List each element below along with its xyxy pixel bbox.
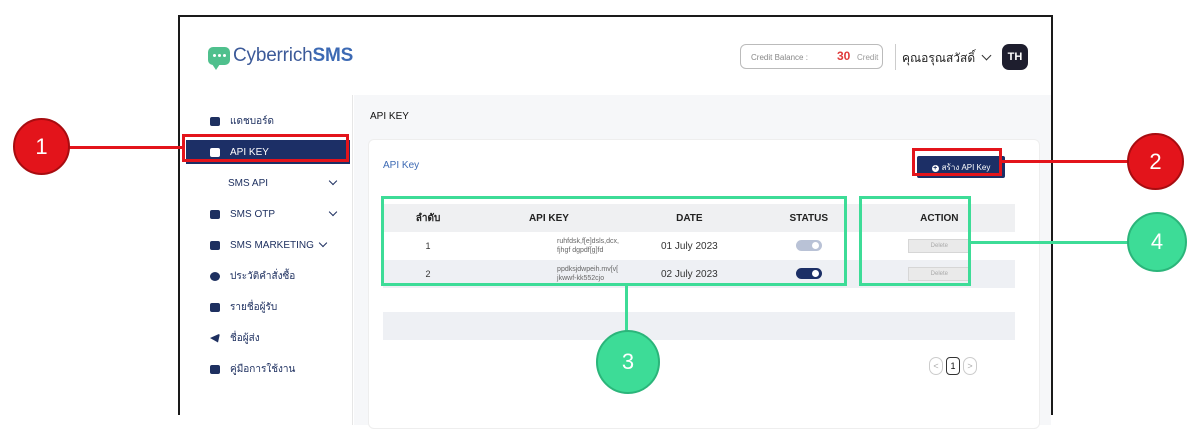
chevron-down-icon: [981, 50, 992, 61]
highlight-box-4: [859, 196, 971, 286]
book-icon: [210, 364, 220, 374]
highlight-box-2: [912, 148, 1002, 176]
avatar[interactable]: TH: [1002, 44, 1028, 70]
next-page-button[interactable]: >: [963, 357, 977, 375]
sidebar-item-sms-marketing[interactable]: SMS MARKETING: [186, 233, 350, 257]
callout-2: 2: [1127, 133, 1184, 190]
chat-bubble-icon: [208, 47, 230, 70]
top-header: CyberrichSMS Credit Balance : 30 Credit …: [180, 17, 1051, 95]
prev-page-button[interactable]: <: [929, 357, 943, 375]
callout-1: 1: [13, 118, 70, 175]
credit-value: 30: [837, 49, 851, 63]
sidebar-item-sender-name[interactable]: ชื่อผู้ส่ง: [186, 326, 350, 350]
credit-unit: Credit: [857, 53, 879, 62]
callout-line-2: [1000, 160, 1130, 163]
chevron-down-icon: [328, 176, 338, 186]
user-menu[interactable]: คุณอรุณสวัสดิ์: [902, 49, 992, 68]
sidebar-item-sms-otp[interactable]: SMS OTP: [186, 202, 350, 226]
card-title: API Key: [383, 160, 420, 171]
header-divider: [895, 44, 896, 70]
user-name: คุณอรุณสวัสดิ์: [902, 51, 976, 65]
chevron-down-icon: [318, 238, 328, 248]
current-page-button[interactable]: 1: [946, 357, 960, 375]
marketing-icon: [210, 240, 220, 250]
sidebar-item-dashboard[interactable]: แดชบอร์ด: [186, 109, 350, 133]
credit-balance-box: Credit Balance : 30 Credit: [740, 44, 883, 69]
callout-4: 4: [1127, 212, 1187, 272]
send-icon: [210, 333, 220, 343]
sidebar-item-sms-api[interactable]: SMS API: [186, 171, 350, 195]
callout-3: 3: [596, 330, 660, 394]
gear-icon: [210, 271, 220, 281]
empty-row: [383, 312, 1015, 340]
callout-line-1: [66, 146, 184, 149]
sidebar-item-manual[interactable]: คู่มือการใช้งาน: [186, 357, 350, 381]
sidebar-item-recipients[interactable]: รายชื่อผู้รับ: [186, 295, 350, 319]
breadcrumb: API KEY: [370, 111, 409, 122]
callout-line-4: [970, 241, 1132, 244]
sidebar-divider: [352, 95, 353, 425]
callout-line-3: [625, 286, 628, 334]
contacts-icon: [210, 302, 220, 312]
credit-label: Credit Balance :: [751, 53, 808, 62]
logo-prefix: Cyberrich: [233, 45, 313, 66]
highlight-box-1: [182, 134, 349, 162]
chevron-down-icon: [328, 207, 338, 217]
pagination: < 1 >: [929, 357, 977, 375]
otp-icon: [210, 209, 220, 219]
highlight-box-3: [381, 196, 847, 286]
dashboard-icon: [210, 116, 220, 126]
logo-suffix: SMS: [312, 45, 354, 66]
brand-logo[interactable]: CyberrichSMS: [208, 45, 354, 70]
sidebar-item-order-history[interactable]: ประวัติคำสั่งซื้อ: [186, 264, 350, 288]
